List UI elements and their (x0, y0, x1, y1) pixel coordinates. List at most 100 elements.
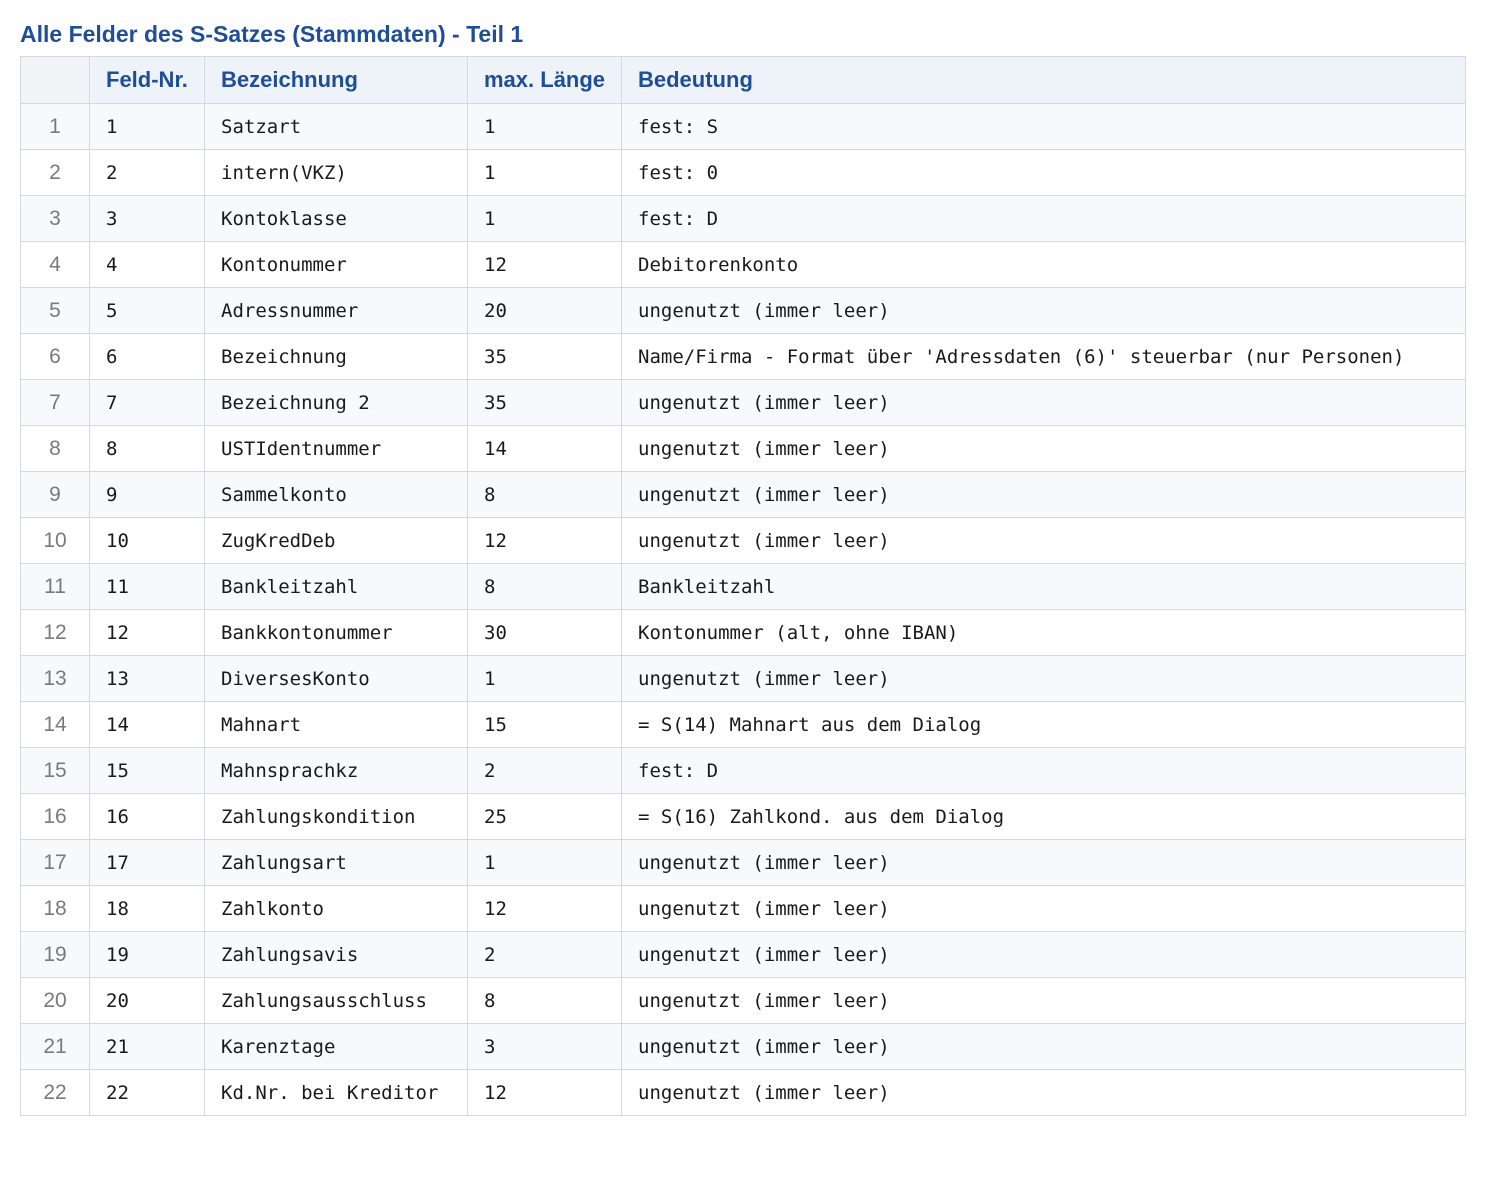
row-index: 14 (20, 701, 90, 748)
cell-feld-nr: 10 (89, 517, 205, 564)
table-row: 1 1 Satzart 1 fest: S (20, 103, 1466, 150)
cell-bedeutung: ungenutzt (immer leer) (621, 1069, 1466, 1116)
cell-bezeichnung: Zahlungsavis (204, 931, 468, 978)
row-index: 9 (20, 471, 90, 518)
cell-max-laenge: 8 (467, 977, 622, 1024)
table-row: 18 18 Zahlkonto 12 ungenutzt (immer leer) (20, 885, 1466, 932)
row-index: 13 (20, 655, 90, 702)
row-index: 19 (20, 931, 90, 978)
row-index: 3 (20, 195, 90, 242)
table-row: 11 11 Bankleitzahl 8 Bankleitzahl (20, 563, 1466, 610)
header-row: Feld-Nr. Bezeichnung max. Länge Bedeutun… (20, 56, 1466, 104)
header-feld-nr: Feld-Nr. (89, 56, 205, 104)
cell-feld-nr: 15 (89, 747, 205, 794)
row-index: 22 (20, 1069, 90, 1116)
row-index: 5 (20, 287, 90, 334)
table-row: 6 6 Bezeichnung 35 Name/Firma - Format über … (20, 333, 1466, 380)
table-row: 4 4 Kontonummer 12 Debitorenkonto (20, 241, 1466, 288)
table-row: 5 5 Adressnummer 20 ungenutzt (immer leer) (20, 287, 1466, 334)
cell-bezeichnung: Zahlungsart (204, 839, 468, 886)
table-row: 7 7 Bezeichnung 2 35 ungenutzt (immer leer) (20, 379, 1466, 426)
cell-bedeutung: fest: D (621, 747, 1466, 794)
cell-max-laenge: 35 (467, 333, 622, 380)
cell-max-laenge: 30 (467, 609, 622, 656)
cell-bezeichnung: Sammelkonto (204, 471, 468, 518)
cell-bedeutung: fest: D (621, 195, 1466, 242)
cell-feld-nr: 1 (89, 103, 205, 150)
cell-bezeichnung: ZugKredDeb (204, 517, 468, 564)
cell-bedeutung: fest: S (621, 103, 1466, 150)
cell-max-laenge: 12 (467, 241, 622, 288)
table-row: 14 14 Mahnart 15 = S(14) Mahnart aus dem Dia… (20, 701, 1466, 748)
cell-bedeutung: Bankleitzahl (621, 563, 1466, 610)
cell-max-laenge: 1 (467, 195, 622, 242)
cell-feld-nr: 20 (89, 977, 205, 1024)
table-row: 2 2 intern(VKZ) 1 fest: 0 (20, 149, 1466, 196)
cell-bedeutung: ungenutzt (immer leer) (621, 885, 1466, 932)
header-index (20, 56, 90, 104)
cell-bedeutung: ungenutzt (immer leer) (621, 839, 1466, 886)
cell-bezeichnung: Karenztage (204, 1023, 468, 1070)
cell-max-laenge: 1 (467, 103, 622, 150)
cell-max-laenge: 12 (467, 1069, 622, 1116)
row-index: 10 (20, 517, 90, 564)
table-row: 15 15 Mahnsprachkz 2 fest: D (20, 747, 1466, 794)
cell-feld-nr: 8 (89, 425, 205, 472)
row-index: 11 (20, 563, 90, 610)
cell-max-laenge: 8 (467, 471, 622, 518)
cell-bedeutung: Debitorenkonto (621, 241, 1466, 288)
cell-bezeichnung: Satzart (204, 103, 468, 150)
cell-bezeichnung: Zahlungsausschluss (204, 977, 468, 1024)
header-bedeutung: Bedeutung (621, 56, 1466, 104)
table-row: 22 22 Kd.Nr. bei Kreditor 12 ungenutzt (imme… (20, 1069, 1466, 1116)
row-index: 21 (20, 1023, 90, 1070)
row-index: 8 (20, 425, 90, 472)
cell-bezeichnung: Zahlungskondition (204, 793, 468, 840)
cell-max-laenge: 12 (467, 517, 622, 564)
cell-feld-nr: 11 (89, 563, 205, 610)
table-row: 13 13 DiversesKonto 1 ungenutzt (immer leer) (20, 655, 1466, 702)
cell-max-laenge: 1 (467, 655, 622, 702)
table-row: 21 21 Karenztage 3 ungenutzt (immer leer) (20, 1023, 1466, 1070)
table-row: 17 17 Zahlungsart 1 ungenutzt (immer leer) (20, 839, 1466, 886)
cell-feld-nr: 3 (89, 195, 205, 242)
table-row: 20 20 Zahlungsausschluss 8 ungenutzt (immer … (20, 977, 1466, 1024)
table-row: 10 10 ZugKredDeb 12 ungenutzt (immer leer) (20, 517, 1466, 564)
row-index: 4 (20, 241, 90, 288)
cell-max-laenge: 14 (467, 425, 622, 472)
cell-feld-nr: 2 (89, 149, 205, 196)
cell-bezeichnung: Kontoklasse (204, 195, 468, 242)
cell-bedeutung: = S(14) Mahnart aus dem Dialog (621, 701, 1466, 748)
cell-bedeutung: = S(16) Zahlkond. aus dem Dialog (621, 793, 1466, 840)
cell-bezeichnung: Zahlkonto (204, 885, 468, 932)
cell-bedeutung: ungenutzt (immer leer) (621, 977, 1466, 1024)
cell-feld-nr: 4 (89, 241, 205, 288)
table-body: 1 1 Satzart 1 fest: S 2 2 intern(VKZ) 1 fest: 033… (20, 103, 1466, 1116)
cell-max-laenge: 8 (467, 563, 622, 610)
row-index: 16 (20, 793, 90, 840)
row-index: 7 (20, 379, 90, 426)
table-row: 9 9 Sammelkonto 8 ungenutzt (immer leer) (20, 471, 1466, 518)
cell-max-laenge: 1 (467, 149, 622, 196)
cell-feld-nr: 17 (89, 839, 205, 886)
cell-bezeichnung: Bankkontonummer (204, 609, 468, 656)
cell-feld-nr: 14 (89, 701, 205, 748)
cell-feld-nr: 6 (89, 333, 205, 380)
cell-bezeichnung: Bezeichnung 2 (204, 379, 468, 426)
row-index: 2 (20, 149, 90, 196)
cell-max-laenge: 12 (467, 885, 622, 932)
cell-feld-nr: 12 (89, 609, 205, 656)
row-index: 20 (20, 977, 90, 1024)
cell-bedeutung: ungenutzt (immer leer) (621, 655, 1466, 702)
cell-feld-nr: 22 (89, 1069, 205, 1116)
cell-bedeutung: ungenutzt (immer leer) (621, 517, 1466, 564)
cell-bedeutung: fest: 0 (621, 149, 1466, 196)
cell-bezeichnung: USTIdentnummer (204, 425, 468, 472)
cell-bezeichnung: Kontonummer (204, 241, 468, 288)
header-max-laenge: max. Länge (467, 56, 622, 104)
row-index: 6 (20, 333, 90, 380)
cell-bezeichnung: intern(VKZ) (204, 149, 468, 196)
cell-max-laenge: 35 (467, 379, 622, 426)
cell-feld-nr: 7 (89, 379, 205, 426)
cell-bezeichnung: Bankleitzahl (204, 563, 468, 610)
